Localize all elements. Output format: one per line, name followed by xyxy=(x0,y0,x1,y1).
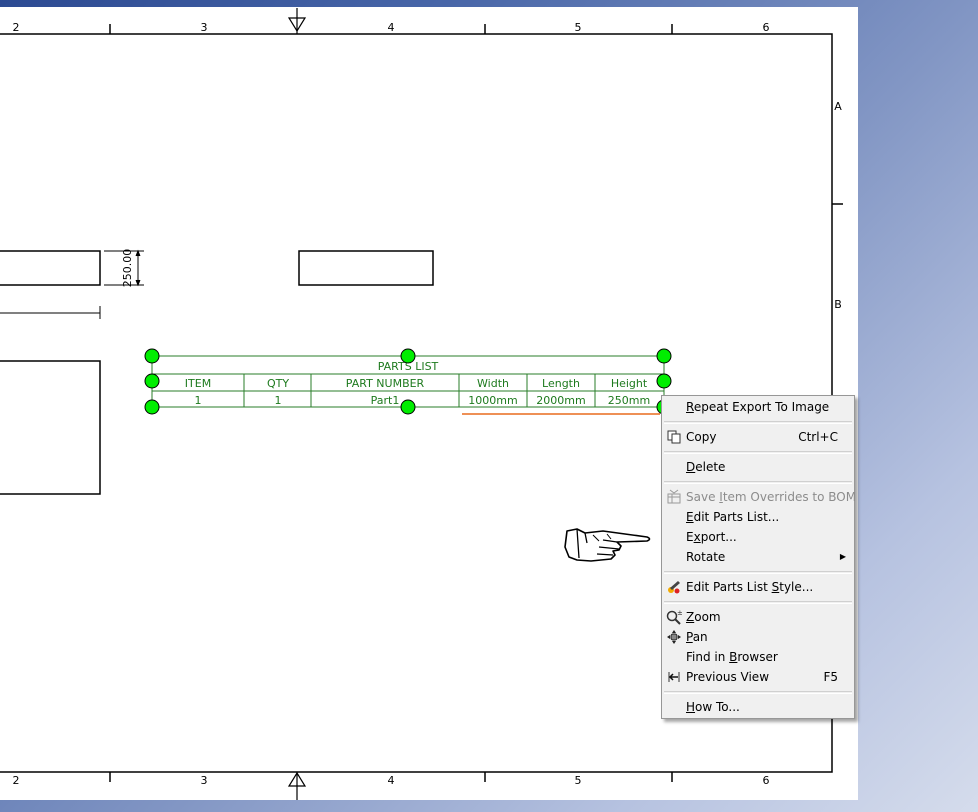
menu-item-copy[interactable]: Copy Ctrl+C xyxy=(662,427,854,447)
menu-item-label: Edit Parts List Style... xyxy=(686,580,814,594)
menu-item-label: Previous View xyxy=(686,670,770,684)
grip-handle[interactable] xyxy=(400,348,416,364)
border-number-top: 3 xyxy=(201,21,208,34)
parts-list-cell: 1 xyxy=(195,394,202,407)
menu-item-previous-view[interactable]: Previous View F5 xyxy=(662,667,854,687)
border-letter: A xyxy=(834,100,842,113)
grip-handle[interactable] xyxy=(656,348,672,364)
menu-item-label: Rotate xyxy=(686,550,726,564)
menu-item-label: Find in Browser xyxy=(686,650,778,664)
menu-item-how-to[interactable]: How To... xyxy=(662,697,854,717)
menu-item-export[interactable]: Export... xyxy=(662,527,854,547)
copy-icon xyxy=(666,429,682,445)
parts-list-cell: 250mm xyxy=(608,394,650,407)
menu-item-label: Zoom xyxy=(686,610,721,624)
border-number-bottom: 3 xyxy=(201,774,208,787)
grip-handle[interactable] xyxy=(144,348,160,364)
menu-separator xyxy=(664,691,852,694)
parts-list-cell: 1000mm xyxy=(468,394,517,407)
style-icon xyxy=(666,579,682,595)
menu-item-label: Repeat Export To Image xyxy=(686,400,830,414)
zoom-icon: ± xyxy=(666,609,682,625)
border-number-top: 6 xyxy=(763,21,770,34)
center-mark-top xyxy=(287,8,307,34)
drawing-view-rect-left[interactable] xyxy=(0,250,101,286)
drawing-view-rect-center[interactable] xyxy=(298,250,434,286)
border-number-bottom: 5 xyxy=(575,774,582,787)
border-number-bottom: 2 xyxy=(13,774,20,787)
center-mark-bottom xyxy=(287,771,307,800)
parts-list-cell: 1 xyxy=(275,394,282,407)
parts-list-header: Height xyxy=(611,377,648,390)
drawing-view-rect-large[interactable] xyxy=(0,360,101,495)
menu-item-delete[interactable]: Delete xyxy=(662,457,854,477)
border-number-top: 4 xyxy=(388,21,395,34)
border-number-top: 5 xyxy=(575,21,582,34)
menu-separator xyxy=(664,571,852,574)
menu-item-label: Edit Parts List... xyxy=(686,510,780,524)
menu-item-zoom[interactable]: ± Zoom xyxy=(662,607,854,627)
menu-item-find-in-browser[interactable]: Find in Browser xyxy=(662,647,854,667)
bom-icon xyxy=(666,489,682,505)
grip-handle[interactable] xyxy=(144,399,160,415)
grip-handle[interactable] xyxy=(656,373,672,389)
pan-icon xyxy=(666,629,682,645)
pointing-hand-icon xyxy=(564,528,651,562)
grip-handle[interactable] xyxy=(144,373,160,389)
menu-item-shortcut: F5 xyxy=(823,670,838,684)
parts-list-header: Length xyxy=(542,377,580,390)
grip-handle[interactable] xyxy=(400,399,416,415)
border-number-bottom: 6 xyxy=(763,774,770,787)
menu-item-label: Export... xyxy=(686,530,737,544)
menu-item-edit-parts-list-style[interactable]: Edit Parts List Style... xyxy=(662,577,854,597)
parts-list-cell: 2000mm xyxy=(536,394,585,407)
menu-item-save-item-overrides-to-bom: Save Item Overrides to BOM xyxy=(662,487,857,507)
menu-separator xyxy=(664,481,852,484)
border-number-bottom: 4 xyxy=(388,774,395,787)
svg-text:±: ± xyxy=(677,609,682,617)
dimension-value: 250.00 xyxy=(121,249,134,288)
menu-item-repeat-export-to-image[interactable]: Repeat Export To Image xyxy=(662,397,854,417)
menu-separator xyxy=(664,601,852,604)
menu-item-label: Pan xyxy=(686,630,708,644)
border-number-top: 2 xyxy=(13,21,20,34)
parts-list-cell: Part1 xyxy=(371,394,400,407)
parts-list-header: PART NUMBER xyxy=(346,377,425,390)
parts-list-header: QTY xyxy=(267,377,289,390)
parts-list-header: ITEM xyxy=(185,377,211,390)
previous-view-icon xyxy=(666,669,682,685)
menu-separator xyxy=(664,451,852,454)
menu-separator xyxy=(664,421,852,424)
menu-item-pan[interactable]: Pan xyxy=(662,627,854,647)
border-letter: B xyxy=(834,298,842,311)
context-menu[interactable]: Repeat Export To Image Copy Ctrl+C Delete Sa… xyxy=(661,395,857,719)
menu-item-rotate[interactable]: Rotate ▶ xyxy=(662,547,854,567)
submenu-arrow-icon: ▶ xyxy=(839,552,846,561)
parts-list-header: Width xyxy=(477,377,509,390)
menu-item-shortcut: Ctrl+C xyxy=(798,430,838,444)
menu-item-label: How To... xyxy=(686,700,740,714)
menu-item-label: Save Item Overrides to BOM xyxy=(686,490,857,504)
menu-item-label: Delete xyxy=(686,460,726,474)
menu-item-edit-parts-list[interactable]: Edit Parts List... xyxy=(662,507,854,527)
menu-item-label: Copy xyxy=(686,430,717,444)
